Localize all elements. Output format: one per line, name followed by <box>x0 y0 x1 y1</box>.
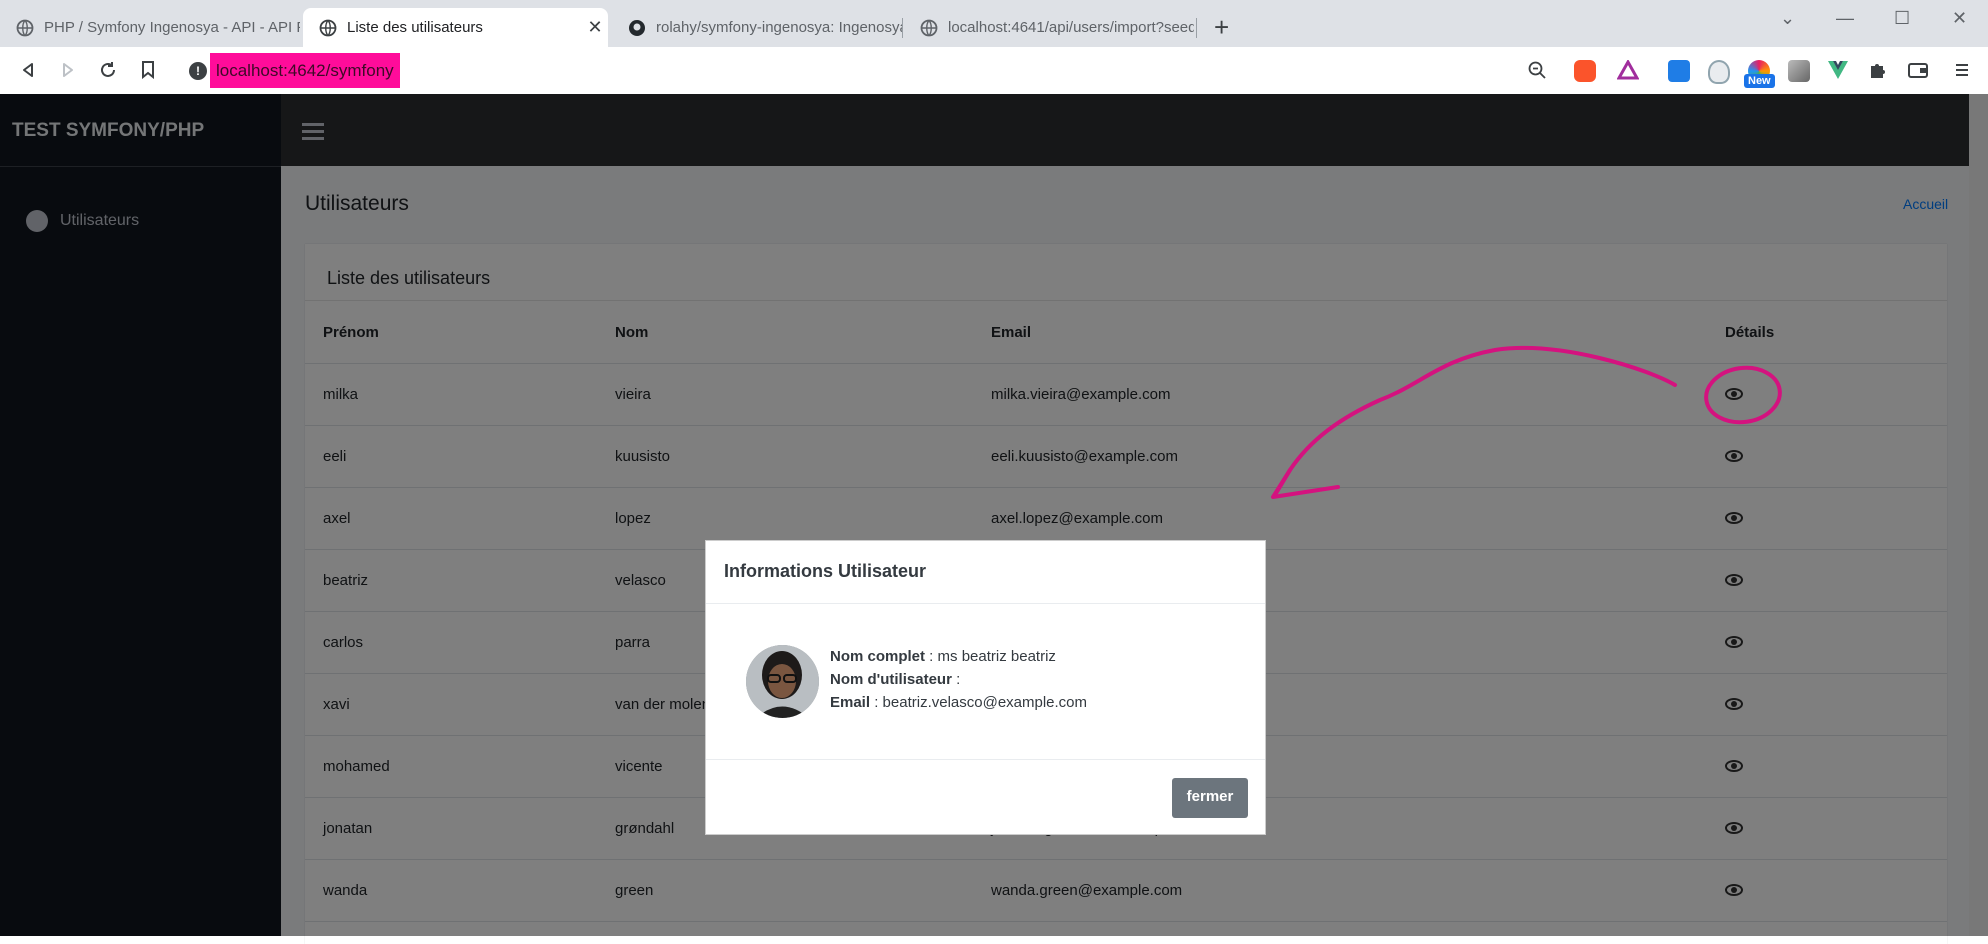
avatar <box>746 645 819 718</box>
close-button[interactable]: fermer <box>1172 778 1248 818</box>
email-line: Email : beatriz.velasco@example.com <box>830 694 1088 711</box>
divider <box>706 603 1265 604</box>
email-value: beatriz.velasco@example.com <box>882 694 1088 711</box>
user-info: Nom complet : ms beatriz beatriz Nom d'u… <box>830 645 1087 714</box>
divider <box>706 759 1265 760</box>
username-line: Nom d'utilisateur : <box>830 671 961 688</box>
email-label: Email <box>830 694 871 711</box>
username-label: Nom d'utilisateur <box>830 671 952 688</box>
avatar-photo <box>746 645 819 718</box>
annotation-arrow <box>1273 346 1677 497</box>
user-info-modal: Informations Utilisateur Nom complet : m… <box>705 540 1266 835</box>
annotation-circle <box>1704 365 1782 425</box>
modal-title: Informations Utilisateur <box>724 561 927 581</box>
annotation-arrowhead <box>1271 468 1340 499</box>
fullname-label: Nom complet <box>830 648 926 665</box>
fullname-line: Nom complet : ms beatriz beatriz <box>830 648 1056 665</box>
fullname-value: ms beatriz beatriz <box>937 648 1056 665</box>
